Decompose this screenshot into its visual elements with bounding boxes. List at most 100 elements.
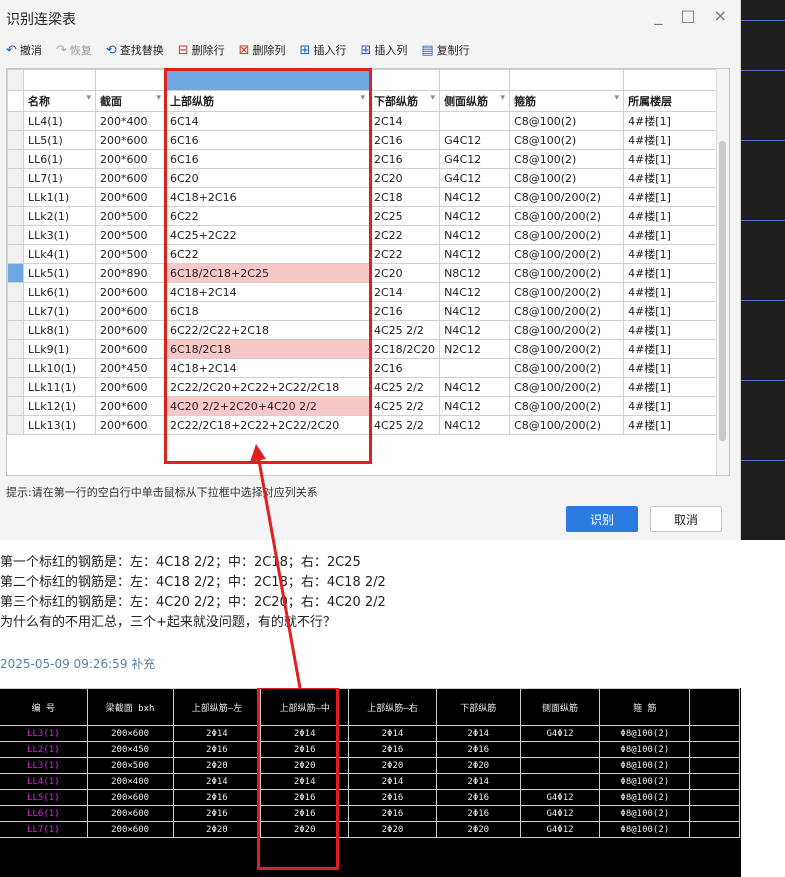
table-cell[interactable]: N4C12: [439, 244, 511, 264]
column-header[interactable]: 截面 ▾: [95, 90, 166, 112]
sort-caret-icon[interactable]: ▾: [431, 93, 436, 103]
table-cell[interactable]: N4C12: [439, 320, 511, 340]
table-cell[interactable]: 200*890: [95, 263, 166, 283]
table-cell[interactable]: LLk13(1): [23, 415, 96, 435]
table-cell[interactable]: LLk1(1): [23, 187, 96, 207]
toolbar-button-6[interactable]: ⊞ 插入列: [360, 42, 407, 58]
table-cell[interactable]: C8@100/200(2): [509, 206, 625, 226]
table-cell[interactable]: C8@100/200(2): [509, 225, 625, 245]
table-cell[interactable]: 4#楼[1]: [623, 263, 719, 283]
table-cell[interactable]: N4C12: [439, 415, 511, 435]
table-cell[interactable]: 2C18: [368, 187, 441, 207]
table-cell[interactable]: LLk7(1): [23, 301, 96, 321]
table-cell[interactable]: 2C25: [368, 206, 441, 226]
table-cell[interactable]: C8@100/200(2): [509, 244, 625, 264]
toolbar-button-0[interactable]: ↶ 撤消: [6, 42, 42, 58]
table-cell[interactable]: 2C14: [368, 111, 441, 131]
row-header[interactable]: [7, 206, 24, 226]
table-cell[interactable]: LL4(1): [23, 111, 96, 131]
table-cell[interactable]: [439, 358, 511, 378]
table-cell[interactable]: C8@100/200(2): [509, 415, 625, 435]
table-cell[interactable]: C8@100(2): [509, 168, 625, 188]
table-cell[interactable]: 200*500: [95, 206, 166, 226]
table-cell[interactable]: G4C12: [439, 168, 511, 188]
mapping-cell[interactable]: [23, 69, 96, 91]
scroll-thumb[interactable]: [719, 141, 726, 441]
table-cell[interactable]: LL7(1): [23, 168, 96, 188]
table-cell[interactable]: 200*600: [95, 320, 166, 340]
table-cell[interactable]: 2C16: [368, 130, 441, 150]
table-cell[interactable]: 2C20: [368, 168, 441, 188]
table-cell[interactable]: 4C25 2/2: [368, 396, 441, 416]
table-cell[interactable]: N4C12: [439, 396, 511, 416]
table-cell[interactable]: G4C12: [439, 149, 511, 169]
table-cell[interactable]: 4#楼[1]: [623, 187, 719, 207]
table-cell[interactable]: 2C18/2C20: [368, 339, 441, 359]
table-cell[interactable]: N4C12: [439, 377, 511, 397]
table-cell[interactable]: 2C14: [368, 282, 441, 302]
row-header[interactable]: [7, 130, 24, 150]
sort-caret-icon[interactable]: ▾: [615, 93, 620, 103]
table-cell[interactable]: 4#楼[1]: [623, 206, 719, 226]
table-cell[interactable]: 200*600: [95, 415, 166, 435]
row-header[interactable]: [7, 396, 24, 416]
table-cell[interactable]: 2C22: [368, 244, 441, 264]
table-cell[interactable]: 200*600: [95, 282, 166, 302]
table-cell[interactable]: N4C12: [439, 301, 511, 321]
mapping-cell[interactable]: [368, 69, 441, 91]
row-header[interactable]: [7, 301, 24, 321]
toolbar-button-4[interactable]: ⊠ 删除列: [239, 42, 286, 58]
table-cell[interactable]: 200*600: [95, 149, 166, 169]
table-cell[interactable]: LL6(1): [23, 149, 96, 169]
table-cell[interactable]: 2C16: [368, 149, 441, 169]
table-cell[interactable]: N4C12: [439, 206, 511, 226]
table-cell[interactable]: 2C16: [368, 301, 441, 321]
table-cell[interactable]: LLk12(1): [23, 396, 96, 416]
table-cell[interactable]: C8@100/200(2): [509, 263, 625, 283]
identify-button[interactable]: 识别: [566, 506, 638, 532]
table-cell[interactable]: 200*500: [95, 225, 166, 245]
row-header[interactable]: [7, 377, 24, 397]
row-header[interactable]: [7, 415, 24, 435]
table-cell[interactable]: C8@100/200(2): [509, 282, 625, 302]
table-cell[interactable]: N8C12: [439, 263, 511, 283]
toolbar-button-2[interactable]: ⟲ 查找替换: [106, 42, 164, 58]
mapping-cell[interactable]: [623, 69, 719, 91]
column-header[interactable]: 下部纵筋 ▾: [368, 90, 441, 112]
table-cell[interactable]: 4C25 2/2: [368, 320, 441, 340]
mapping-cell[interactable]: [509, 69, 625, 91]
row-header[interactable]: [7, 358, 24, 378]
table-cell[interactable]: 4#楼[1]: [623, 130, 719, 150]
table-cell[interactable]: 4#楼[1]: [623, 225, 719, 245]
table-cell[interactable]: 2C22: [368, 225, 441, 245]
row-header[interactable]: [7, 225, 24, 245]
table-cell[interactable]: 4#楼[1]: [623, 149, 719, 169]
row-header[interactable]: [7, 111, 24, 131]
table-cell[interactable]: 200*600: [95, 130, 166, 150]
table-cell[interactable]: C8@100/200(2): [509, 339, 625, 359]
table-cell[interactable]: C8@100/200(2): [509, 301, 625, 321]
table-cell[interactable]: C8@100/200(2): [509, 320, 625, 340]
table-cell[interactable]: 4#楼[1]: [623, 415, 719, 435]
row-header[interactable]: [7, 320, 24, 340]
table-cell[interactable]: C8@100/200(2): [509, 358, 625, 378]
table-cell[interactable]: 200*600: [95, 339, 166, 359]
maximize-button[interactable]: □: [680, 6, 695, 25]
table-cell[interactable]: 4#楼[1]: [623, 320, 719, 340]
vertical-scrollbar[interactable]: [716, 69, 729, 475]
table-cell[interactable]: 200*600: [95, 187, 166, 207]
table-cell[interactable]: G4C12: [439, 130, 511, 150]
toolbar-button-3[interactable]: ⊟ 删除行: [178, 42, 225, 58]
toolbar-button-5[interactable]: ⊞ 插入行: [300, 42, 347, 58]
table-cell[interactable]: C8@100(2): [509, 149, 625, 169]
table-cell[interactable]: LLk10(1): [23, 358, 96, 378]
mapping-cell[interactable]: [95, 69, 166, 91]
table-cell[interactable]: N2C12: [439, 339, 511, 359]
table-cell[interactable]: 4#楼[1]: [623, 301, 719, 321]
column-header[interactable]: 所属楼层: [623, 90, 719, 112]
table-cell[interactable]: 200*600: [95, 301, 166, 321]
table-cell[interactable]: 200*600: [95, 168, 166, 188]
sort-caret-icon[interactable]: ▾: [501, 93, 506, 103]
row-header[interactable]: [7, 263, 24, 283]
table-cell[interactable]: 200*600: [95, 377, 166, 397]
